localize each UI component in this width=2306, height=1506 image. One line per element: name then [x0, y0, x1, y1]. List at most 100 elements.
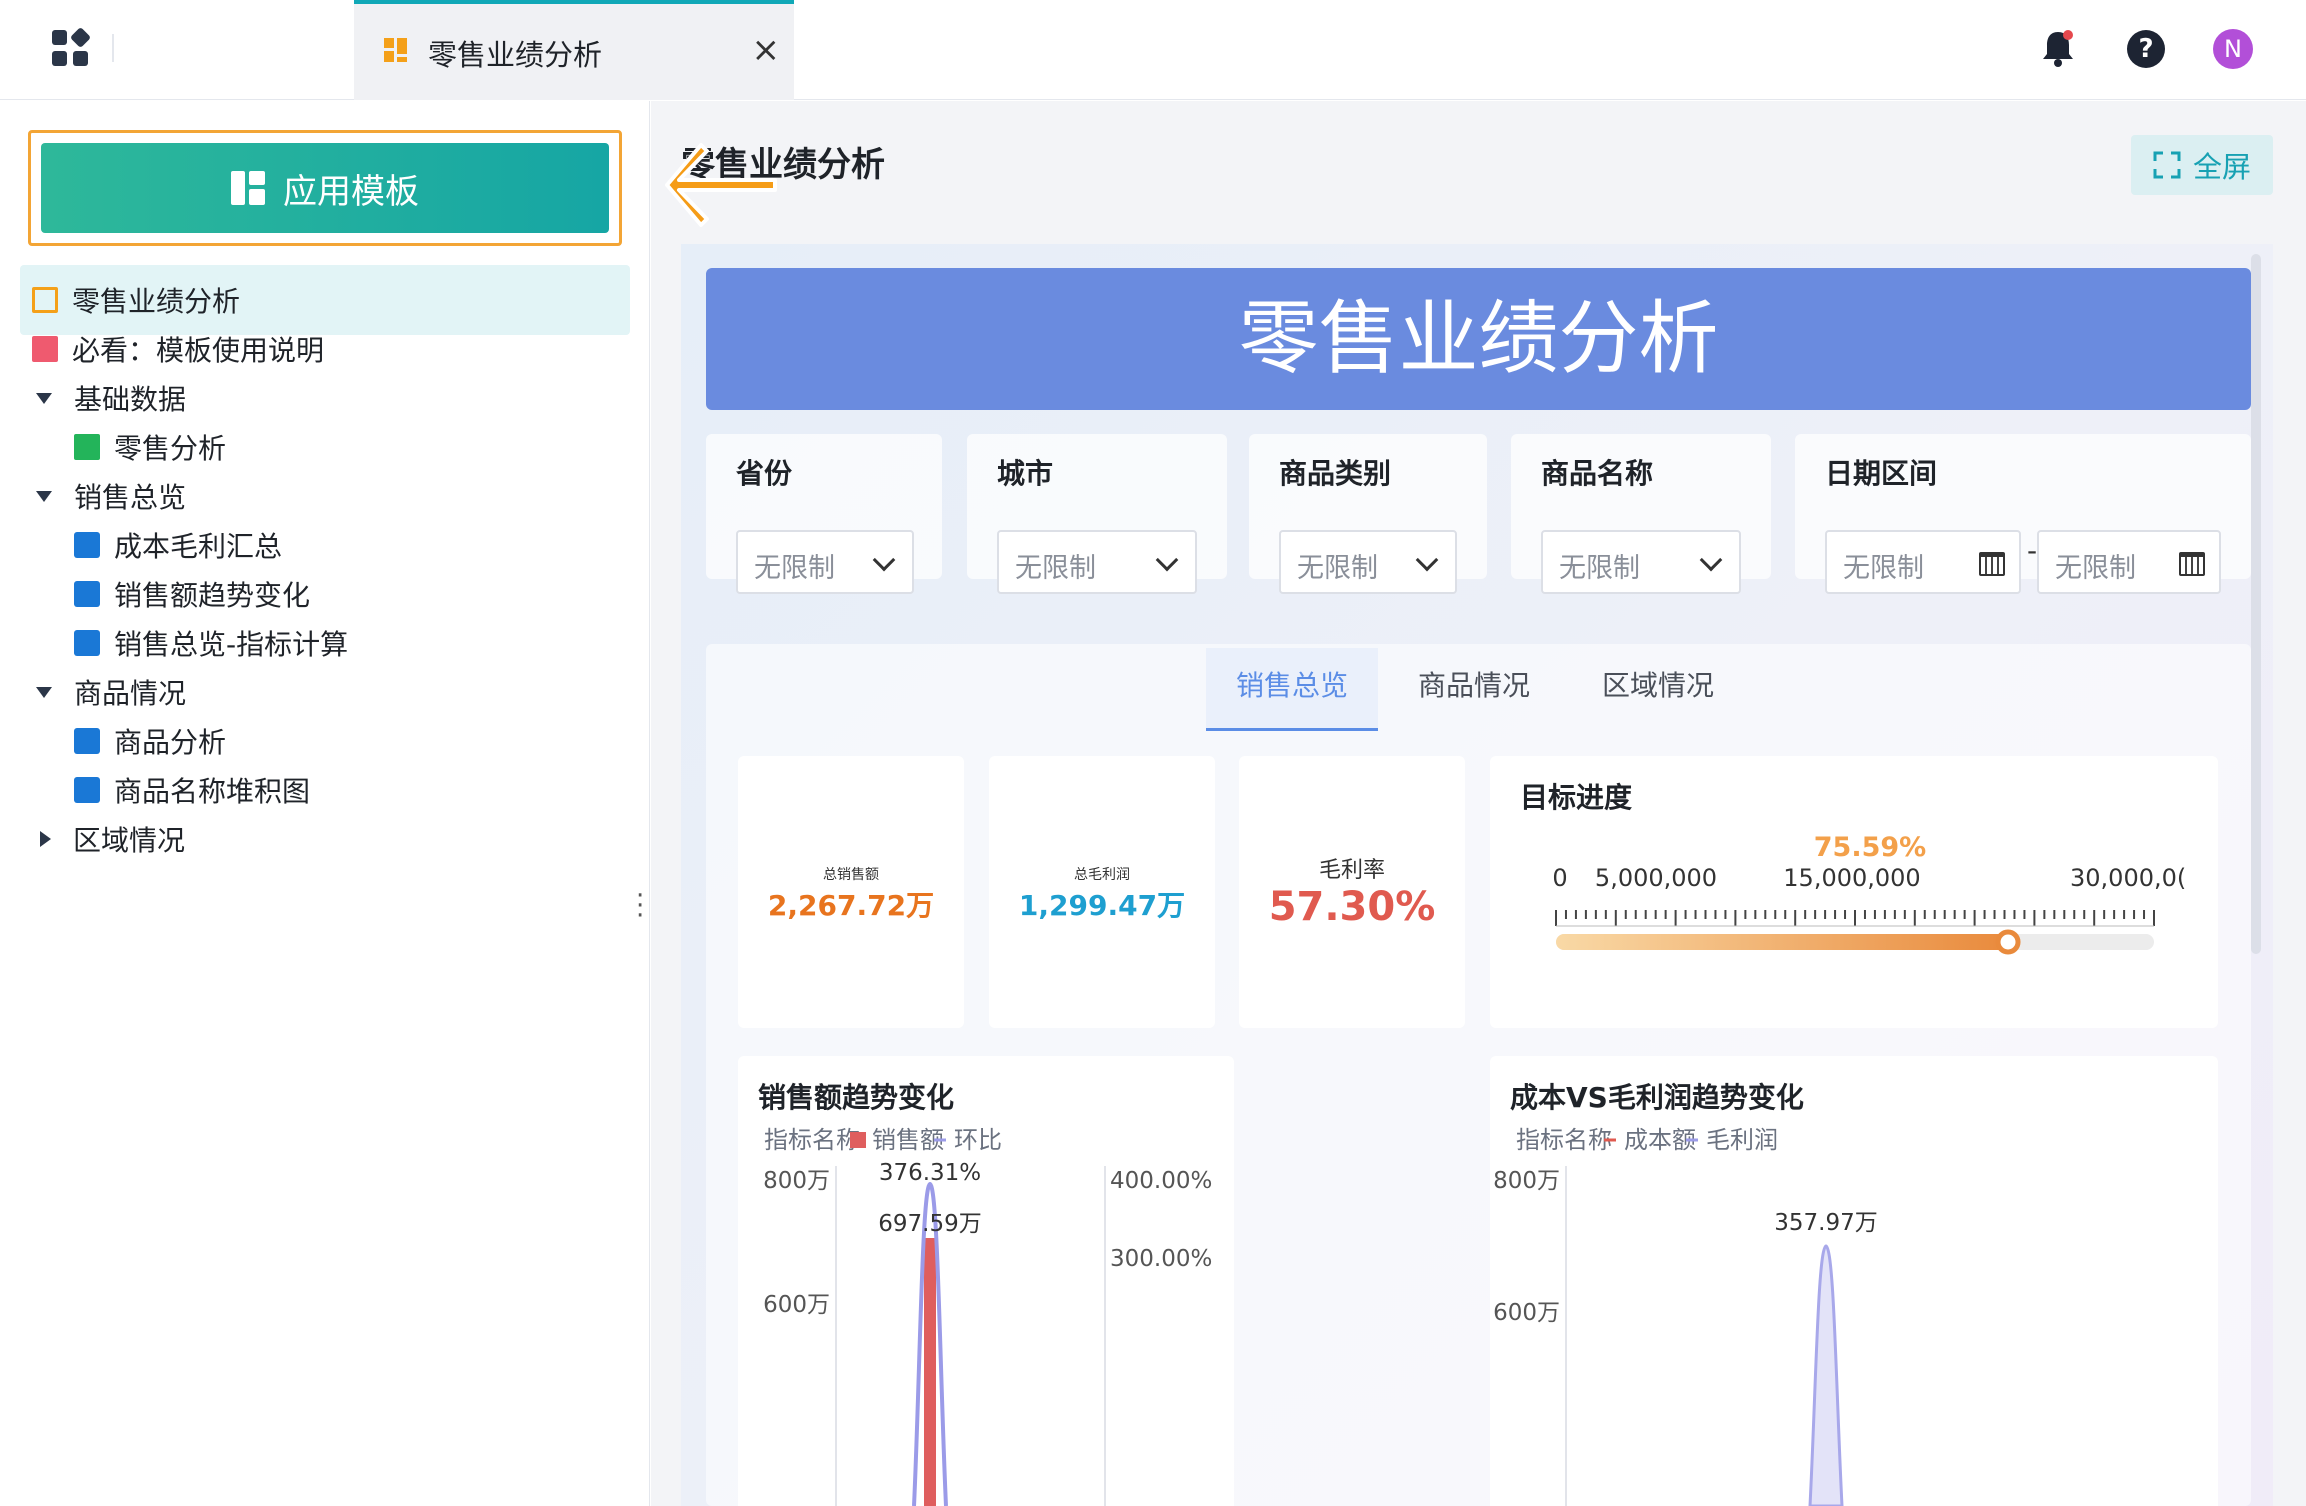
overview-panel: 销售总览 商品情况 区域情况 总销售额 2,267.72万 总毛利润 1,299… — [706, 644, 2251, 1506]
chevron-down-icon — [1155, 548, 1179, 572]
chevron-down-icon[interactable] — [36, 686, 52, 698]
sales-trend-card: 销售额趋势变化 指标名称 销售额 环比 800万 600万 400.00% 30… — [738, 1056, 1234, 1506]
dashboard-banner: 零售业绩分析 — [706, 268, 2251, 410]
filter-date-range: 日期区间 无限制 - 无限制 — [1795, 434, 2251, 594]
legend-swatch-sales — [850, 1132, 866, 1148]
divider — [112, 34, 114, 62]
select-value: 无限制 — [1297, 553, 1378, 584]
filter-label: 商品名称 — [1541, 457, 1654, 490]
help-icon[interactable]: ? — [2127, 30, 2165, 68]
document-icon — [32, 336, 58, 362]
apply-template-label: 应用模板 — [283, 171, 419, 212]
kpi-total-sales: 总销售额 2,267.72万 — [738, 756, 964, 1028]
data-label: 697.59万 — [878, 1211, 981, 1237]
fullscreen-icon — [2153, 151, 2181, 179]
kpi-label: 毛利率 — [1318, 858, 1385, 883]
target-progress-card: 目标进度 75.59% 0 5,000,000 15,000,000 30,00… — [1490, 756, 2218, 1028]
tab-regions[interactable]: 区域情况 — [1602, 664, 1714, 704]
chevron-down-icon[interactable] — [36, 392, 52, 404]
tab-title: 零售业绩分析 — [428, 38, 603, 72]
template-icon — [231, 171, 265, 205]
filter-label: 商品类别 — [1279, 457, 1392, 490]
date-value: 无限制 — [2055, 553, 2136, 584]
scale-label: 15,000,000 — [1783, 864, 1920, 892]
legend-item-profit: 毛利润 — [1706, 1126, 1778, 1154]
app-grid-icon[interactable] — [52, 26, 92, 68]
y2-tick-label: 300.00% — [1110, 1246, 1212, 1272]
tab-retail-analysis[interactable]: 零售业绩分析 × — [354, 0, 794, 100]
kpi-margin: 毛利率 57.30% — [1239, 756, 1465, 1028]
category-select[interactable]: 无限制 — [1279, 530, 1457, 594]
progress-gauge: 75.59% 0 5,000,000 15,000,000 30,000,0( — [1552, 832, 2186, 955]
scale-label: 5,000,000 — [1595, 864, 1717, 892]
province-select[interactable]: 无限制 — [736, 530, 914, 594]
y-tick-label: 600万 — [1493, 1300, 1560, 1326]
sidebar-folder-regions[interactable]: 区域情况 — [20, 804, 630, 874]
tab-sales-overview[interactable]: 销售总览 — [1206, 648, 1379, 731]
legend-item-mom: 环比 — [954, 1126, 1002, 1154]
cost-profit-chart: 指标名称 成本额 毛利润 800万 600万 357.97万 — [1493, 1126, 1878, 1506]
progress-knob — [1995, 929, 2021, 955]
kpi-label: 总销售额 — [823, 867, 879, 883]
fullscreen-button[interactable]: 全屏 — [2131, 135, 2273, 195]
scale-label: 0 — [1552, 864, 1567, 892]
more-options-icon[interactable]: · · · — [636, 883, 644, 929]
chevron-down-icon — [1699, 548, 1723, 572]
filter-label: 城市 — [997, 457, 1054, 490]
calendar-icon — [1979, 552, 2005, 576]
sales-trend-chart: 指标名称 销售额 环比 800万 600万 400.00% 300.00% 37… — [763, 1126, 1212, 1506]
profit-area — [1808, 1244, 1844, 1506]
y-tick-label: 600万 — [763, 1292, 830, 1318]
progress-ticks — [1555, 910, 2155, 927]
dashboard-canvas: 零售业绩分析 省份 无限制 城市 无限制 商品类别 无限制 商品名称 无限制 日… — [681, 244, 2273, 1506]
select-value: 无限制 — [1015, 553, 1096, 584]
template-button-highlight: 应用模板 — [28, 130, 622, 246]
chevron-down-icon[interactable] — [36, 490, 52, 502]
chevron-down-icon — [872, 548, 896, 572]
filter-province: 省份 无限制 — [706, 434, 942, 594]
filter-label: 日期区间 — [1825, 457, 1938, 490]
arrow-pointer-icon — [665, 143, 777, 227]
date-end-input[interactable]: 无限制 — [2037, 530, 2221, 594]
filter-product: 商品名称 无限制 — [1511, 434, 1771, 594]
legend-title: 指标名称 — [764, 1126, 860, 1154]
legend-title: 指标名称 — [1516, 1126, 1612, 1154]
filter-label: 省份 — [736, 457, 793, 490]
filter-category: 商品类别 无限制 — [1249, 434, 1487, 594]
fullscreen-label: 全屏 — [2192, 150, 2251, 184]
date-value: 无限制 — [1843, 553, 1924, 584]
close-tab-icon[interactable]: × — [752, 30, 781, 70]
y2-tick-label: 400.00% — [1110, 1168, 1212, 1194]
line-chart-icon — [74, 728, 100, 754]
progress-percent-label: 75.59% — [1814, 832, 1926, 863]
notification-bell-icon[interactable] — [2040, 28, 2076, 68]
apply-template-button[interactable]: 应用模板 — [41, 143, 609, 233]
kpi-value: 1,299.47万 — [1018, 889, 1186, 922]
calendar-icon — [2179, 552, 2205, 576]
product-select[interactable]: 无限制 — [1541, 530, 1741, 594]
city-select[interactable]: 无限制 — [997, 530, 1197, 594]
cost-profit-card: 成本VS毛利润趋势变化 指标名称 成本额 毛利润 800万 600万 357.9… — [1490, 1056, 2218, 1506]
select-value: 无限制 — [754, 553, 835, 584]
dashboard-icon — [384, 38, 408, 62]
sales-bar — [924, 1238, 936, 1506]
line-chart-icon — [74, 777, 100, 803]
chevron-right-icon[interactable] — [40, 831, 51, 847]
tab-products[interactable]: 商品情况 — [1418, 664, 1530, 704]
kpi-label: 总毛利润 — [1074, 867, 1130, 883]
line-chart-icon — [74, 532, 100, 558]
line-chart-icon — [74, 630, 100, 656]
user-avatar[interactable]: N — [2213, 29, 2253, 69]
select-value: 无限制 — [1559, 553, 1640, 584]
filter-city: 城市 无限制 — [967, 434, 1227, 594]
date-separator: - — [2027, 534, 2038, 567]
table-icon — [74, 434, 100, 460]
data-label: 357.97万 — [1774, 1210, 1877, 1236]
progress-fill — [1556, 934, 2009, 950]
top-bar: 零售业绩分析 × ? N — [0, 0, 2306, 100]
canvas-scrollbar[interactable] — [2251, 254, 2261, 954]
y-tick-label: 800万 — [1493, 1168, 1560, 1194]
main-content: 零售业绩分析 全屏 零售业绩分析 省份 无限制 城市 无限制 商品类别 无限制 … — [651, 101, 2306, 1506]
legend-item-cost: 成本额 — [1624, 1126, 1696, 1154]
date-start-input[interactable]: 无限制 — [1825, 530, 2021, 594]
